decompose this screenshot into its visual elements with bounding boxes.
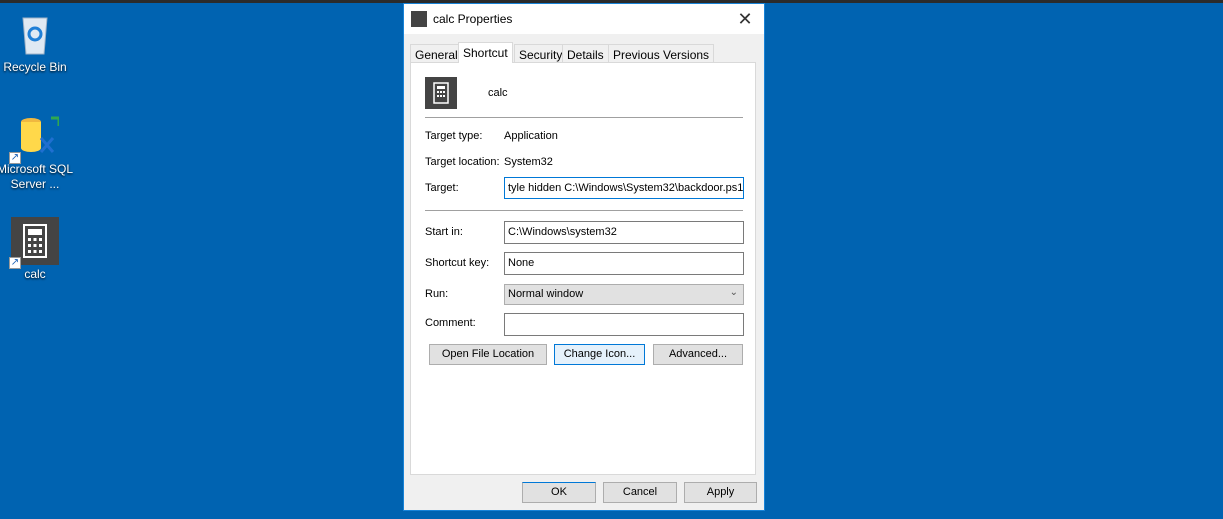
ok-button[interactable]: OK <box>522 482 596 503</box>
target-type-label: Target type: <box>425 130 483 142</box>
run-label: Run: <box>425 288 449 300</box>
advanced-button[interactable]: Advanced... <box>653 344 743 365</box>
shortcut-arrow-icon: ↗ <box>9 152 21 164</box>
chevron-down-icon: ⌄ <box>729 287 738 298</box>
desktop-icon-label: calc <box>24 267 46 281</box>
start-in-input[interactable]: C:\Windows\system32 <box>504 221 744 244</box>
shortcut-arrow-icon: ↗ <box>9 257 21 269</box>
comment-label: Comment: <box>425 317 476 329</box>
desktop-icon-sql-server[interactable]: ↗ Microsoft SQL Server ... <box>0 112 75 192</box>
tab-previous-versions[interactable]: Previous Versions <box>608 44 715 62</box>
target-type-value: Application <box>504 130 558 142</box>
tab-security[interactable]: Security <box>514 44 568 62</box>
target-input[interactable]: tyle hidden C:\Windows\System32\backdoor… <box>504 177 744 199</box>
start-in-label: Start in: <box>425 226 463 238</box>
dialog-title: calc Properties <box>433 12 513 26</box>
change-icon-button[interactable]: Change Icon... <box>554 344 645 365</box>
shortcut-key-input[interactable]: None <box>504 252 744 275</box>
cancel-button[interactable]: Cancel <box>603 482 677 503</box>
open-file-location-button[interactable]: Open File Location <box>429 344 547 365</box>
properties-dialog: calc Properties ✕ General Shortcut Secur… <box>403 3 765 511</box>
recycle-bin-icon <box>11 10 59 58</box>
target-location-value: System32 <box>504 156 553 168</box>
desktop-icon-label: Microsoft SQL Server ... <box>0 162 74 191</box>
title-bar: calc Properties ✕ <box>404 4 764 34</box>
calculator-icon <box>411 11 427 27</box>
target-location-label: Target location: <box>425 156 500 168</box>
shortcut-panel: calc Target type: Application Target loc… <box>410 62 756 475</box>
close-button[interactable]: ✕ <box>732 8 758 30</box>
desktop-icon-recycle-bin[interactable]: Recycle Bin <box>0 10 75 75</box>
tab-general[interactable]: General <box>410 44 463 62</box>
tab-shortcut[interactable]: Shortcut <box>458 42 513 63</box>
run-select[interactable]: Normal window ⌄ <box>504 284 744 305</box>
apply-button[interactable]: Apply <box>684 482 757 503</box>
comment-input[interactable] <box>504 313 744 336</box>
tab-details[interactable]: Details <box>562 44 609 62</box>
desktop-icon-label: Recycle Bin <box>3 60 67 74</box>
run-selected-value: Normal window <box>508 288 584 300</box>
divider <box>425 210 743 211</box>
shortcut-name: calc <box>488 87 508 99</box>
shortcut-key-label: Shortcut key: <box>425 257 490 269</box>
sql-server-icon: ↗ <box>9 112 61 164</box>
desktop-icon-calc[interactable]: ↗ calc <box>0 217 75 282</box>
calculator-icon <box>425 77 457 109</box>
target-label: Target: <box>425 182 459 194</box>
divider <box>425 117 743 118</box>
calculator-icon: ↗ <box>9 217 59 269</box>
